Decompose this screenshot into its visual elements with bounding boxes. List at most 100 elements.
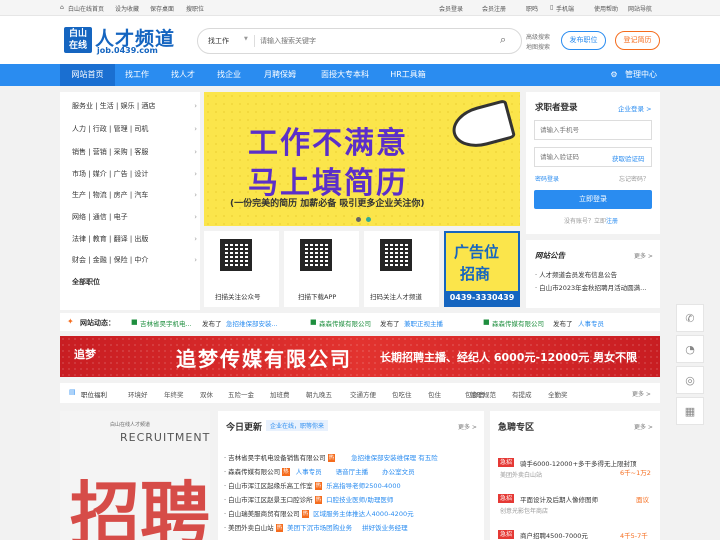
- phone-input[interactable]: [534, 120, 652, 140]
- notice-item[interactable]: · 人才频道会员发布信息公告: [535, 269, 617, 279]
- search-position-link[interactable]: 搜职位: [186, 4, 204, 13]
- logo-mark[interactable]: 白山 在线: [64, 27, 92, 53]
- company-login-link[interactable]: 企业登录 >: [618, 103, 652, 113]
- qr-card-wechat[interactable]: 扫描关注公众号: [204, 231, 279, 307]
- welfare-tag[interactable]: 管理规范: [470, 389, 496, 399]
- main-banner[interactable]: 工作不满意 马上填简历 (一份完美的简历 加薪必备 吸引更多企业关注你): [204, 92, 520, 226]
- urgent-row[interactable]: 急招 骑手6000-12000+多干多得无上限封顶 美团外卖白山站 6千~1万2: [498, 454, 660, 480]
- category-item[interactable]: 法律 | 教育 | 翻译 | 出版 ›: [72, 229, 197, 249]
- dynamics-job[interactable]: 人事专员: [578, 318, 604, 328]
- dynamics-company[interactable]: 森森传媒有限公司: [319, 318, 371, 328]
- post-job-button[interactable]: 发布职位: [561, 31, 606, 50]
- notice-item[interactable]: · 白山市2023年金秋招聘月活动圆满...: [535, 282, 646, 292]
- category-item[interactable]: 网络 | 通信 | 电子 ›: [72, 207, 197, 227]
- nav-item-find-job[interactable]: 找工作: [118, 64, 156, 86]
- phone-icon[interactable]: ✆: [676, 304, 704, 332]
- wide-ad-banner[interactable]: 追梦 追梦传媒有限公司 长期招聘主播、经纪人 6000元-12000元 男女不限: [60, 336, 660, 377]
- category-all[interactable]: 全部职位: [72, 272, 197, 292]
- save-desktop-link[interactable]: 保存桌面: [150, 4, 174, 13]
- category-item[interactable]: 财会 | 金融 | 保险 | 中介 ›: [72, 250, 197, 270]
- site-home-link[interactable]: 白山在线首页: [68, 4, 104, 13]
- welfare-tag[interactable]: 包吃住: [392, 389, 412, 399]
- welfare-tag[interactable]: 朝九晚五: [306, 389, 332, 399]
- list-item[interactable]: · 美团外卖白山站热美团下沉市场团购业务 拼好饭业务经理: [224, 522, 408, 535]
- welfare-more-link[interactable]: 更多 >: [632, 389, 651, 398]
- notice-more-link[interactable]: 更多 >: [634, 251, 653, 260]
- category-item[interactable]: 服务业 | 生活 | 娱乐 | 酒店 ›: [72, 96, 197, 116]
- register-link[interactable]: 注册: [606, 218, 618, 225]
- list-item[interactable]: · 白山市浑江区起缘乐高工作室热乐高指导老师2500-4000: [224, 480, 401, 493]
- search-type-select[interactable]: 找工作: [208, 36, 229, 46]
- search-icon[interactable]: ⌕: [500, 33, 506, 47]
- dynamics-company[interactable]: 吉林省昊宇机电...: [140, 318, 192, 328]
- urgent-salary: 6千~1万2: [620, 469, 651, 477]
- recruit-link[interactable]: 职鸣: [526, 4, 538, 13]
- member-login-link[interactable]: 会员登录: [439, 4, 463, 13]
- welfare-tag[interactable]: 有提成: [512, 389, 532, 399]
- qr-caption: 扫描下载APP: [298, 293, 337, 301]
- hot-badge: 热: [327, 454, 336, 462]
- category-item[interactable]: 市场 | 媒介 | 广告 | 设计 ›: [72, 164, 197, 184]
- help-link[interactable]: 使用帮助: [594, 4, 618, 13]
- promo-big-text: 招聘: [70, 474, 210, 540]
- nav-item-find-talent[interactable]: 找人才: [164, 64, 202, 86]
- nav-item-find-company[interactable]: 找企业: [210, 64, 248, 86]
- welfare-tag[interactable]: 交通方便: [350, 389, 376, 399]
- welfare-tag[interactable]: 年终奖: [164, 389, 184, 399]
- qr-card-channel[interactable]: 扫码关注人才频道: [364, 231, 439, 307]
- urgent-more-link[interactable]: 更多 >: [634, 422, 653, 431]
- welfare-tag[interactable]: 加班费: [270, 389, 290, 399]
- get-code-button[interactable]: 获取验证码: [612, 153, 645, 163]
- nav-admin-center[interactable]: 管理中心: [621, 64, 661, 86]
- welfare-tag[interactable]: 环境好: [128, 389, 148, 399]
- member-register-link[interactable]: 会员注册: [482, 4, 506, 13]
- urgent-job[interactable]: 平面设计及后期人像修图师: [520, 494, 598, 504]
- bookmark-link[interactable]: 设为收藏: [115, 4, 139, 13]
- register-resume-button[interactable]: 登记简历: [615, 31, 660, 50]
- urgent-company[interactable]: 美团外卖白山站: [500, 470, 542, 479]
- carousel-dot[interactable]: [356, 217, 361, 222]
- dynamics-published: 发布了: [380, 320, 400, 328]
- search-input[interactable]: [260, 34, 480, 48]
- login-submit-button[interactable]: 立即登录: [534, 190, 652, 209]
- qr-code-icon[interactable]: ▦: [676, 397, 704, 425]
- urgent-job[interactable]: 商户招聘4500-7000元: [520, 530, 588, 540]
- carousel-dot[interactable]: [366, 217, 371, 222]
- today-more-link[interactable]: 更多 >: [458, 422, 477, 431]
- urgent-company[interactable]: 创意光影包年商店: [500, 506, 548, 515]
- password-login-link[interactable]: 密码登录: [535, 174, 559, 183]
- promo-image[interactable]: 白山在线人才频道 RECRUITMENT 招聘: [60, 411, 210, 540]
- urgent-row[interactable]: 急招 商户招聘4500-7000元 4千5-7千: [498, 526, 660, 540]
- dynamics-job[interactable]: 兼职正视主播: [404, 318, 443, 328]
- wechat-icon[interactable]: ◎: [676, 366, 704, 394]
- qr-card-app[interactable]: 扫描下载APP: [284, 231, 359, 307]
- dynamics-dot: ■: [310, 318, 317, 326]
- site-nav-link[interactable]: 网站导航: [628, 4, 652, 13]
- list-item[interactable]: · 白山瑞美服商贸有限公司热区域服务主体推达人4000-4200元: [224, 508, 414, 521]
- list-item[interactable]: · 森森传媒有限公司热人事专员 语音厅主播 办公室文员: [224, 466, 415, 479]
- category-item[interactable]: 销售 | 营销 | 采购 | 客服 ›: [72, 142, 197, 162]
- login-title: 求职者登录: [535, 103, 578, 113]
- nav-item-education[interactable]: 面授大专本科: [312, 64, 378, 86]
- welfare-tag[interactable]: 包住: [428, 389, 441, 399]
- welfare-tag[interactable]: 全勤奖: [548, 389, 568, 399]
- urgent-row[interactable]: 急招 平面设计及后期人像修图师 创意光影包年商店 面议: [498, 490, 660, 516]
- welfare-tag[interactable]: 双休: [200, 389, 213, 399]
- chevron-right-icon: ›: [194, 125, 197, 133]
- list-item[interactable]: · 白山市浑江区赵景玉口腔诊所热口腔技业医师/助理医师: [224, 494, 393, 507]
- dynamics-job[interactable]: 急招维保部安装...: [226, 318, 278, 328]
- welfare-tag[interactable]: 五险一金: [228, 389, 254, 399]
- ad-slot[interactable]: 广告位 招商 0439-3330439: [444, 231, 520, 307]
- advanced-search-link[interactable]: 高级搜索: [526, 32, 550, 41]
- nav-item-home[interactable]: 网站首页: [60, 64, 115, 86]
- category-item[interactable]: 人力 | 行政 | 管理 | 司机 ›: [72, 119, 197, 139]
- dynamics-company[interactable]: 森森传媒有限公司: [492, 318, 544, 328]
- nav-item-nanny[interactable]: 月聘保姆: [256, 64, 304, 86]
- mobile-link[interactable]: 手机端: [556, 4, 574, 13]
- qq-icon[interactable]: ◔: [676, 335, 704, 363]
- forgot-password-link[interactable]: 忘记密码？: [619, 174, 649, 183]
- nav-item-hr-tools[interactable]: HR工具箱: [384, 64, 432, 86]
- map-search-link[interactable]: 地图搜索: [526, 42, 550, 51]
- category-item[interactable]: 生产 | 物流 | 房产 | 汽车 ›: [72, 185, 197, 205]
- list-item[interactable]: · 吉林省昊宇机电设备销售有限公司热急招维保部安装维保理 有五险: [224, 452, 438, 465]
